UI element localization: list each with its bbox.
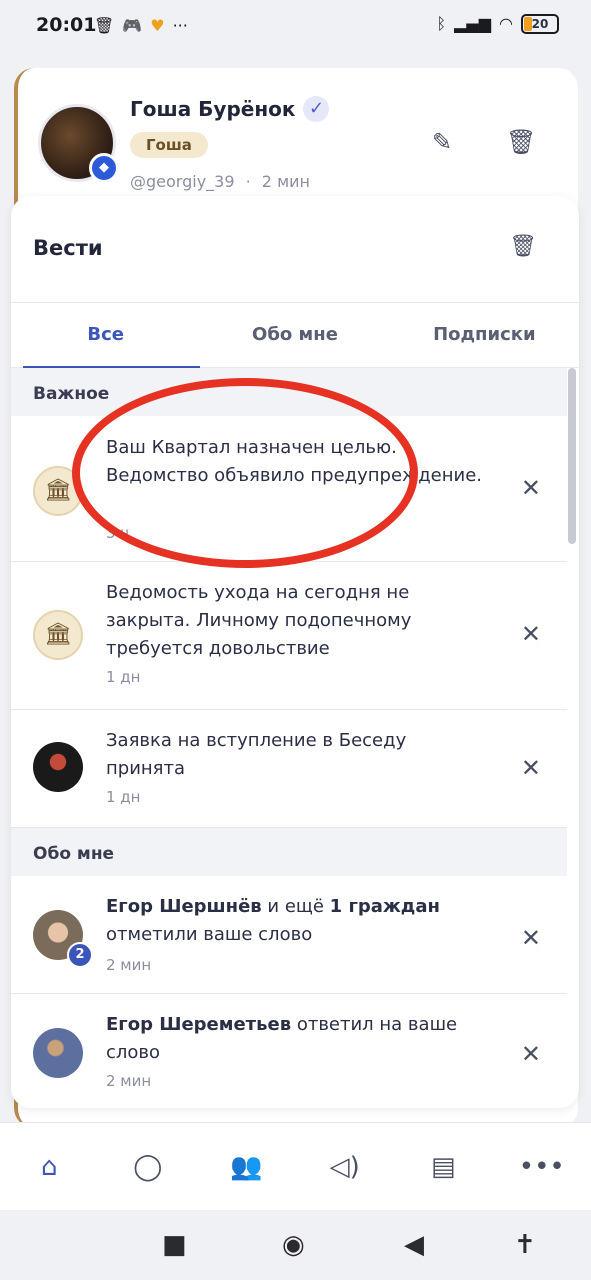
sheet-title: Вести (33, 236, 103, 260)
section-header-about-me: Обо мне (11, 828, 567, 876)
notification-text: Егор Шершнёв и ещё 1 граждан отметили ваш… (106, 893, 487, 949)
notification-item[interactable]: 2 Егор Шершнёв и ещё 1 граждан отметили в… (11, 876, 567, 994)
text-rest: отметили ваше слово (106, 924, 313, 945)
avatar: 2 (33, 910, 93, 968)
count-badge: 2 (67, 942, 93, 968)
notification-time: 3 ч (106, 524, 130, 542)
nickname-chip: Гоша (130, 132, 208, 158)
home-icon[interactable]: ⌂ (19, 1152, 79, 1182)
close-icon[interactable]: ✕ (521, 1040, 541, 1068)
home-button-icon[interactable]: ◉ (282, 1230, 305, 1260)
clear-all-icon[interactable]: 🗑 (509, 234, 537, 259)
text-mid: и ещё (261, 896, 330, 917)
battery-level: 20 (531, 17, 549, 31)
notification-item[interactable]: Заявка на вступление в Беседу принята 1 … (11, 710, 567, 828)
actor-name[interactable]: Егор Шереметьев (106, 1014, 291, 1035)
notification-time: 2 мин (106, 956, 152, 974)
trash-icon: 🗑 (94, 16, 115, 35)
back-icon[interactable]: ◀ (404, 1230, 424, 1260)
more-icon: ··· (172, 16, 188, 35)
wifi-icon: ◠ (499, 14, 513, 33)
avatar (33, 742, 83, 792)
battery-indicator: 20 (521, 14, 559, 34)
tab-all[interactable]: Все (11, 303, 201, 368)
bottom-navigation: ⌂ ◯ 👥 ◁) ▤ ••• (0, 1122, 591, 1210)
recents-icon[interactable]: ■ (162, 1230, 187, 1260)
close-icon[interactable]: ✕ (521, 474, 541, 502)
bluetooth-icon: ᛒ (436, 14, 447, 33)
status-bar: 20:01 🗑 🎮 ♥ ··· ᛒ ▂▄▆ ◠ 20 (0, 0, 591, 52)
megaphone-icon[interactable]: ◁) (315, 1152, 375, 1182)
delete-icon[interactable]: 🗑 (506, 128, 536, 156)
post-author[interactable]: Гоша Бурёнок (130, 97, 295, 121)
post-handle: @georgiy_39 · 2 мин (130, 172, 310, 191)
actor-name[interactable]: Егор Шершнёв (106, 896, 262, 917)
status-time: 20:01 (36, 14, 97, 36)
tab-bar: Все Обо мне Подписки (11, 302, 579, 368)
government-icon: 🏛 (33, 610, 83, 660)
notification-time: 1 дн (106, 788, 141, 806)
notification-item[interactable]: 🏛 Ваш Квартал назначен целью. Ведомство … (11, 416, 567, 562)
verified-icon: ✓ (303, 96, 330, 122)
notifications-sheet: Вести 🗑 Все Обо мне Подписки Важное 🏛 Ва… (11, 196, 579, 1108)
separator: · (245, 172, 251, 191)
avatar[interactable]: ◆ (38, 104, 119, 183)
heart-icon: ♥ (150, 16, 165, 35)
government-icon: 🏛 (33, 466, 83, 516)
chat-icon[interactable]: ◯ (118, 1152, 178, 1182)
notification-text: Егор Шереметьев ответил на ваше слово (106, 1011, 487, 1067)
extra-count: 1 граждан (329, 896, 440, 917)
notification-item[interactable]: 🏛 Ведомость ухода на сегодня не закрыта.… (11, 562, 567, 710)
section-header-important: Важное (11, 368, 567, 416)
tab-about-me[interactable]: Обо мне (200, 303, 389, 367)
post-time: 2 мин (261, 172, 310, 191)
tab-subscriptions[interactable]: Подписки (390, 303, 579, 367)
close-icon[interactable]: ✕ (521, 754, 541, 782)
more-icon[interactable]: ••• (512, 1152, 572, 1182)
notification-text: Ваш Квартал назначен целью. Ведомство об… (106, 437, 483, 486)
notification-list: Важное 🏛 Ваш Квартал назначен целью. Вед… (11, 368, 567, 1108)
system-nav-bar: ■ ◉ ◀ ✝ (0, 1210, 591, 1280)
close-icon[interactable]: ✕ (521, 620, 541, 648)
notification-time: 1 дн (106, 668, 141, 686)
gamepad-icon: 🎮 (122, 16, 143, 35)
accessibility-icon[interactable]: ✝ (514, 1230, 536, 1260)
notification-item[interactable]: Егор Шереметьев ответил на ваше слово 2 … (11, 994, 567, 1108)
notification-text: Ведомость ухода на сегодня не закрыта. Л… (106, 582, 412, 659)
close-icon[interactable]: ✕ (521, 924, 541, 952)
edit-icon[interactable]: ✎ (432, 128, 452, 156)
notification-time: 2 мин (106, 1072, 152, 1090)
avatar (33, 1028, 83, 1078)
notification-text: Заявка на вступление в Беседу принята (106, 730, 407, 779)
people-icon[interactable]: 👥 (216, 1152, 276, 1182)
map-icon[interactable]: ▤ (413, 1152, 473, 1182)
scrollbar[interactable] (568, 368, 576, 544)
handle-text: @georgiy_39 (130, 172, 235, 191)
signal-icon: ▂▄▆ (454, 14, 492, 33)
shield-icon: ◆ (89, 153, 119, 183)
